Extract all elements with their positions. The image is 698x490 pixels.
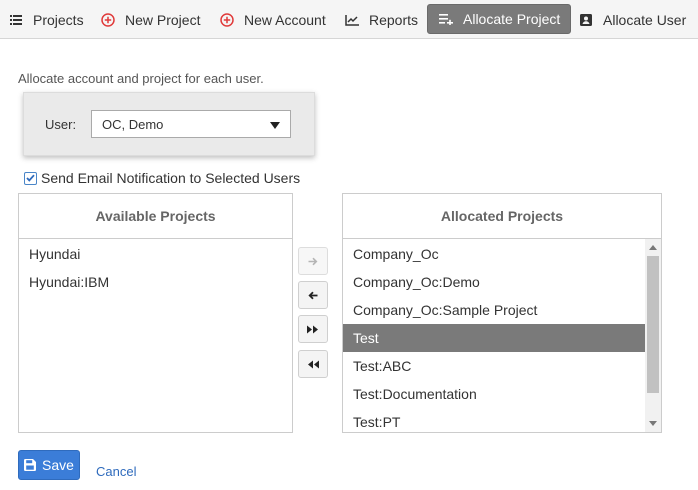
nav-reports[interactable]: Reports	[344, 0, 418, 39]
top-navbar: Projects New Project New Account Reports…	[0, 0, 698, 39]
allocated-scrollbar[interactable]	[645, 239, 661, 432]
nav-new-project-label: New Project	[125, 11, 201, 28]
list-item[interactable]: Test:ABC	[343, 352, 645, 380]
list-add-icon	[438, 11, 454, 27]
available-projects-panel: Available Projects Hyundai Hyundai:IBM	[18, 193, 293, 433]
user-select-value: OC, Demo	[102, 116, 164, 132]
list-item-selected[interactable]: Test	[343, 324, 645, 352]
line-chart-icon	[344, 12, 360, 28]
user-label: User:	[45, 117, 77, 132]
nav-projects[interactable]: Projects	[8, 0, 84, 39]
nav-allocate-project-label: Allocate Project	[463, 11, 561, 27]
arrow-right-icon	[308, 257, 318, 265]
user-card-icon	[578, 12, 594, 28]
user-select[interactable]: OC, Demo	[91, 110, 291, 138]
list-item[interactable]: Hyundai	[19, 240, 292, 268]
double-arrow-left-icon	[308, 360, 319, 368]
list-item[interactable]: Hyundai:IBM	[19, 268, 292, 296]
plus-circle-icon	[219, 12, 235, 28]
nav-allocate-user-label: Allocate User	[603, 11, 687, 28]
allocated-projects-header: Allocated Projects	[343, 194, 661, 239]
user-panel: User: OC, Demo	[23, 92, 315, 156]
plus-circle-icon	[100, 12, 116, 28]
list-item[interactable]: Test:PT	[343, 408, 645, 432]
list-item[interactable]: Company_Oc	[343, 240, 645, 268]
email-notification-checkbox[interactable]	[24, 171, 37, 185]
floppy-disk-icon	[24, 459, 37, 471]
move-all-left-button[interactable]	[298, 350, 328, 378]
arrow-left-icon	[308, 291, 318, 299]
list-icon	[8, 12, 24, 28]
double-arrow-right-icon	[307, 325, 318, 333]
email-notification-label: Send Email Notification to Selected User…	[41, 170, 301, 186]
move-all-right-button[interactable]	[298, 315, 328, 343]
move-left-button[interactable]	[298, 281, 328, 309]
nav-allocate-project[interactable]: Allocate Project	[427, 4, 572, 34]
chevron-down-icon	[270, 122, 280, 129]
allocated-projects-panel: Allocated Projects Company_Oc Company_Oc…	[342, 193, 662, 433]
cancel-link[interactable]: Cancel	[96, 464, 136, 479]
nav-allocate-user[interactable]: Allocate User	[578, 0, 686, 39]
move-right-button[interactable]	[298, 247, 328, 275]
check-icon	[26, 174, 35, 182]
nav-new-account[interactable]: New Account	[219, 0, 326, 39]
nav-new-project[interactable]: New Project	[100, 0, 200, 39]
scroll-up-arrow-icon[interactable]	[649, 245, 657, 250]
nav-reports-label: Reports	[369, 11, 419, 28]
save-button[interactable]: Save	[18, 450, 80, 480]
list-item[interactable]: Test:Documentation	[343, 380, 645, 408]
nav-projects-label: Projects	[33, 11, 84, 28]
list-item[interactable]: Company_Oc:Sample Project	[343, 296, 645, 324]
scroll-down-arrow-icon[interactable]	[649, 421, 657, 426]
save-button-label: Save	[42, 457, 74, 473]
intro-text: Allocate account and project for each us…	[18, 71, 264, 86]
available-projects-header: Available Projects	[19, 194, 292, 239]
list-item[interactable]: Company_Oc:Demo	[343, 268, 645, 296]
nav-new-account-label: New Account	[244, 11, 326, 28]
scroll-thumb[interactable]	[647, 256, 659, 393]
email-notification-option: Send Email Notification to Selected User…	[24, 170, 300, 186]
